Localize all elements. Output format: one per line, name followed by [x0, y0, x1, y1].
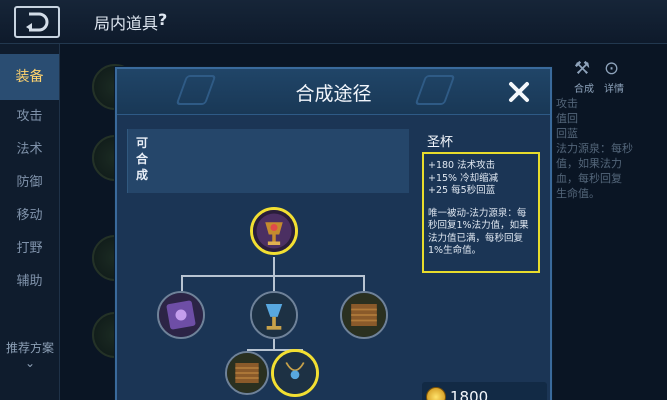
crafting-path-dialog: 合成途径 可 合 成 圣杯 +180 法术攻击 +15% 冷却缩减 +25 每5… — [115, 67, 552, 400]
sidebar-item-magic[interactable]: 法术 — [0, 133, 59, 166]
help-icon[interactable]: ? — [158, 10, 167, 29]
sidebar-item-support[interactable]: 辅助 — [0, 265, 59, 298]
stat-line: +180 法术攻击 — [428, 160, 496, 171]
recommended-plan-button[interactable]: 推荐方案 ⌄ — [0, 339, 60, 370]
compose-label: 合成 — [574, 84, 594, 95]
tree-connector — [181, 275, 183, 291]
compose-icon: ⚒ — [574, 58, 591, 79]
book-icon — [159, 293, 203, 337]
sidebar-item-attack[interactable]: 攻击 — [0, 100, 59, 133]
dialog-title: 合成途径 — [295, 83, 372, 105]
back-arrow-icon — [26, 12, 49, 32]
bg-description: 攻击 值回 回蓝 法力源泉：每秒 值，如果法力 血，每秒回复 生命值。 — [556, 97, 633, 200]
close-button[interactable] — [504, 77, 534, 107]
top-bar: 局内道具 ? — [0, 0, 667, 44]
box-icon — [227, 353, 267, 393]
back-button[interactable] — [14, 6, 60, 38]
dialog-header: 合成途径 — [117, 69, 550, 115]
category-sidebar: 装备 攻击 法术 防御 移动 打野 辅助 推荐方案 ⌄ — [0, 44, 60, 400]
close-icon — [509, 82, 529, 102]
price-value: 1800 — [450, 388, 489, 400]
tree-connector — [273, 257, 275, 275]
wooden-box-item-small[interactable] — [225, 351, 269, 395]
holy-grail-item[interactable] — [250, 207, 298, 255]
necklace-icon — [274, 352, 316, 394]
sidebar-item-movement[interactable]: 移动 — [0, 199, 59, 232]
tree-connector — [273, 339, 275, 349]
grail-icon — [253, 210, 295, 252]
sidebar-item-equipment[interactable]: 装备 — [0, 54, 59, 100]
passive-description: 唯一被动-法力源泉：每秒回复1%法力值，如果法力值已满，每秒回复1%生命值。 — [428, 207, 529, 257]
tree-connector — [363, 275, 365, 291]
sidebar-item-jungle[interactable]: 打野 — [0, 232, 59, 265]
spellbook-item[interactable] — [157, 291, 205, 339]
stat-line: +15% 冷却缩减 — [428, 172, 499, 184]
stat-line: +25 每5秒回蓝 — [428, 185, 496, 196]
item-name: 圣杯 — [427, 135, 454, 150]
gold-coin-icon — [426, 387, 446, 400]
recipe-tree — [117, 199, 417, 400]
item-description-box: +180 法术攻击 +15% 冷却缩减 +25 每5秒回蓝 唯一被动-法力源泉：… — [422, 152, 540, 273]
craftable-strip: 可 合 成 — [127, 129, 409, 193]
craftable-label: 可 合 成 — [136, 136, 149, 182]
price-tag: 1800 — [422, 382, 547, 400]
wooden-box-item[interactable] — [340, 291, 388, 339]
detail-label: 详情 — [604, 84, 624, 95]
box-icon — [342, 293, 386, 337]
tree-connector — [273, 275, 275, 291]
sidebar-item-defense[interactable]: 防御 — [0, 166, 59, 199]
chalice-icon — [252, 293, 296, 337]
page-title: 局内道具 — [94, 14, 159, 33]
chalice-item[interactable] — [250, 291, 298, 339]
necklace-item[interactable] — [271, 349, 319, 397]
detail-icon: ⊙ — [604, 58, 620, 79]
